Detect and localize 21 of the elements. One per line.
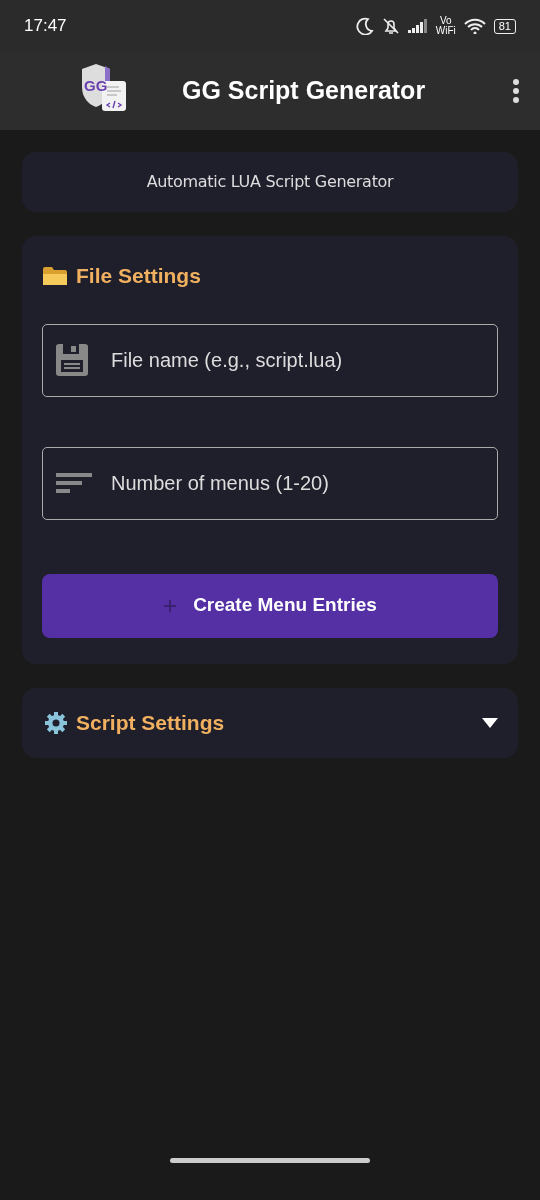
battery-indicator: 81	[493, 18, 516, 34]
plus-icon	[163, 598, 178, 613]
section-title: Script Settings	[76, 709, 225, 736]
volte-label: Vo WiFi	[435, 16, 456, 36]
moon-icon	[355, 17, 374, 35]
muted-bell-icon	[381, 17, 400, 35]
app-title: GG Script Generator	[182, 75, 426, 107]
wifi-icon	[463, 18, 486, 34]
signal-icon	[407, 19, 428, 33]
sort-lines-icon	[56, 473, 92, 493]
app-logo: GG	[78, 63, 130, 119]
section-title: File Settings	[76, 263, 201, 289]
more-options-icon[interactable]	[512, 78, 520, 104]
input-field[interactable]: File name (e.g., script.lua)	[42, 323, 498, 397]
status-time: 17:47	[24, 15, 67, 38]
script-settings-header[interactable]: Script Settings	[22, 687, 518, 758]
create-menu-button[interactable]: Create Menu Entries	[42, 573, 498, 638]
folder-icon	[42, 264, 68, 287]
input-field[interactable]: Number of menus (1-20)	[42, 446, 498, 520]
subtitle: Automatic LUA Script Generator	[146, 171, 394, 193]
gear-icon	[44, 710, 68, 735]
